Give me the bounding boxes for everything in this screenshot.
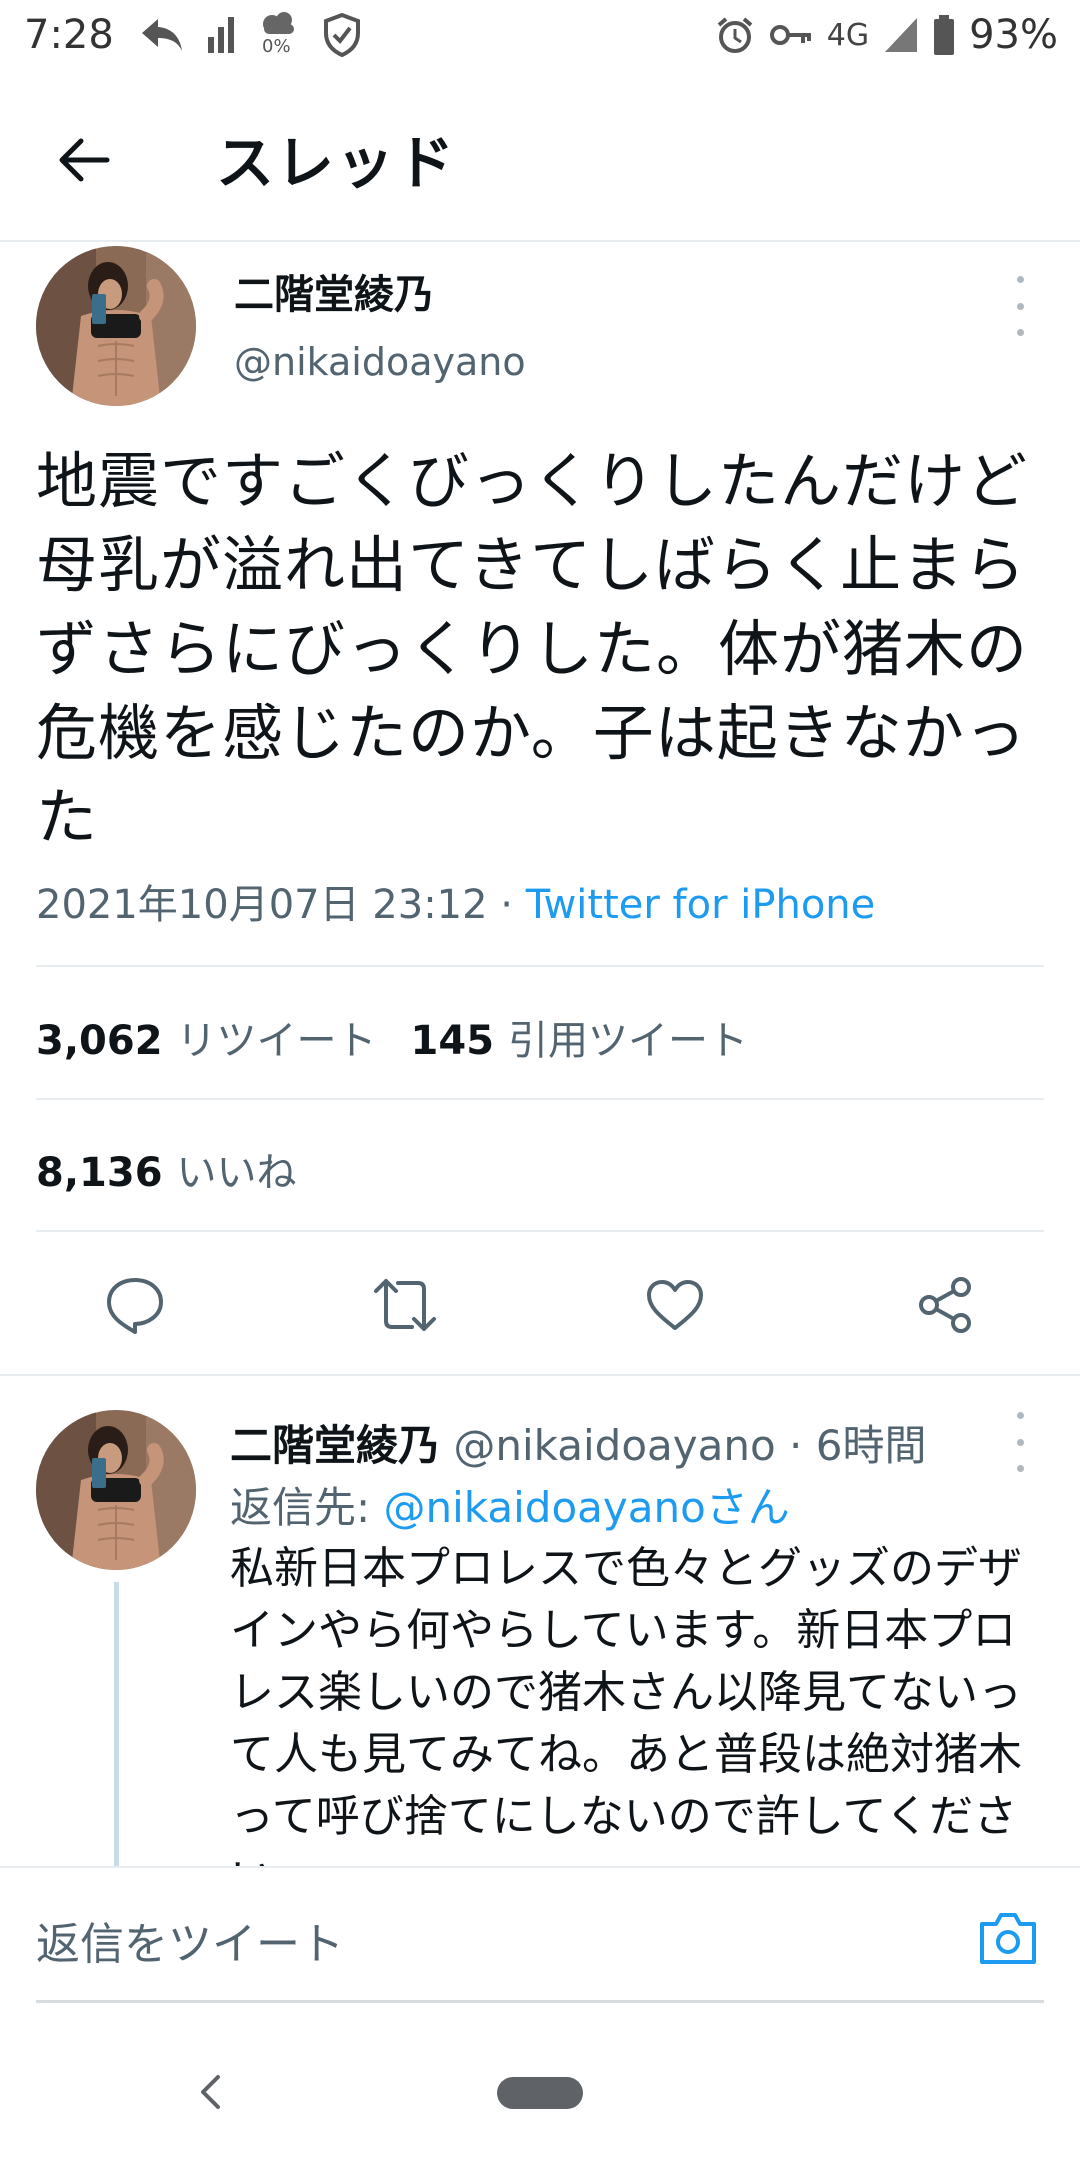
nav-home-pill[interactable]: [497, 2077, 583, 2109]
page-title: スレッド: [216, 129, 457, 197]
reply-text: 私新日本プロレスで色々とグッズのデザインやら何やらしています。新日本プロレス楽し…: [230, 1543, 1022, 1866]
reply-author-name[interactable]: 二階堂綾乃: [230, 1421, 440, 1470]
like-button[interactable]: [640, 1270, 710, 1340]
thread-line: [114, 1582, 119, 1866]
reply-to-line: 返信先: @nikaidoayanoさん: [230, 1474, 790, 1535]
likes-stat[interactable]: 8,136 いいね: [36, 1140, 297, 1198]
avatar[interactable]: [36, 246, 196, 406]
more-vertical-icon: [1016, 1412, 1024, 1419]
battery-icon: [934, 15, 955, 55]
reply-to-label: 返信先:: [230, 1483, 371, 1532]
reply-time: 6時間: [815, 1421, 927, 1470]
status-bar: 7:28 0% 4G 93%: [0, 0, 1080, 72]
chevron-left-icon: [201, 2075, 220, 2109]
divider: [36, 1230, 1044, 1232]
reply-header: 二階堂綾乃 @nikaidoayano · 6時間: [230, 1421, 927, 1470]
data-saver-value: 0%: [262, 36, 291, 57]
share-button[interactable]: [910, 1270, 980, 1340]
avatar[interactable]: [36, 1410, 196, 1570]
likes-count: 8,136: [36, 1150, 163, 1196]
signal-bars-icon: [208, 17, 234, 53]
reply-composer[interactable]: 返信をツイート: [0, 1866, 1080, 2003]
network-type: 4G: [826, 17, 870, 53]
status-time: 7:28: [24, 12, 114, 58]
tweet-text: 地震ですごくびっくりしたんだけど母乳が溢れ出てきてしばらく止まらずさらにびっくり…: [36, 446, 1029, 853]
reply-author-handle[interactable]: @nikaidoayano: [453, 1421, 775, 1470]
reply-button[interactable]: [100, 1270, 170, 1340]
more-options-button[interactable]: [1005, 1412, 1035, 1472]
quotes-stat[interactable]: 145 引用ツイート: [411, 1018, 749, 1064]
retweets-label: リツイート: [176, 1018, 377, 1064]
tweet-timestamp[interactable]: 2021年10月07日 23:12: [36, 882, 488, 928]
shield-check-icon: [324, 13, 360, 57]
more-vertical-icon: [1016, 276, 1024, 283]
tweet-meta: 2021年10月07日 23:12 · Twitter for iPhone: [36, 872, 875, 930]
more-options-button[interactable]: [1005, 276, 1035, 336]
retweets-count: 3,062: [36, 1018, 163, 1064]
share-icon: [919, 1277, 971, 1333]
input-underline: [36, 2000, 1044, 2003]
alarm-icon: [717, 17, 753, 53]
tweet-actions: [0, 1240, 1080, 1360]
meta-separator: ·: [487, 882, 526, 928]
author-name[interactable]: 二階堂綾乃: [234, 262, 434, 320]
reply-tweet[interactable]: 二階堂綾乃 @nikaidoayano · 6時間 返信先: @nikaidoa…: [0, 1376, 1080, 1866]
retweet-button[interactable]: [370, 1270, 440, 1340]
arrow-left-icon: [59, 138, 110, 182]
reply-icon: [107, 1278, 163, 1334]
reply-input-placeholder[interactable]: 返信をツイート: [36, 1908, 344, 1972]
nav-back-button[interactable]: [190, 2070, 230, 2114]
divider: [36, 1098, 1044, 1100]
app-bar: スレッド: [0, 72, 1080, 242]
cell-signal-icon: [885, 18, 918, 52]
author-handle[interactable]: @nikaidoayano: [234, 340, 526, 384]
status-notification-icons: 0%: [140, 10, 362, 60]
camera-icon: [980, 1913, 1036, 1964]
data-saver-icon: 0%: [258, 10, 300, 60]
reply-to-handle[interactable]: @nikaidoayanoさん: [384, 1483, 790, 1532]
back-button[interactable]: [46, 122, 122, 198]
tweet-source-link[interactable]: Twitter for iPhone: [526, 882, 876, 928]
system-nav-bar: [0, 2020, 1080, 2160]
heart-icon: [647, 1280, 703, 1330]
quotes-label: 引用ツイート: [508, 1018, 749, 1064]
retweet-quote-stats: 3,062 リツイート 145 引用ツイート: [36, 1008, 748, 1066]
divider: [36, 965, 1044, 967]
quotes-count: 145: [410, 1018, 495, 1064]
battery-percent: 93%: [969, 12, 1058, 58]
retweets-stat[interactable]: 3,062 リツイート: [36, 1018, 377, 1064]
status-system-icons: 4G 93%: [715, 10, 1058, 60]
retweet-icon: [374, 1279, 436, 1331]
camera-button[interactable]: [974, 1904, 1042, 1972]
vpn-key-icon: [769, 25, 811, 45]
likes-label: いいね: [176, 1150, 297, 1196]
reply-notification-icon: [142, 19, 182, 51]
